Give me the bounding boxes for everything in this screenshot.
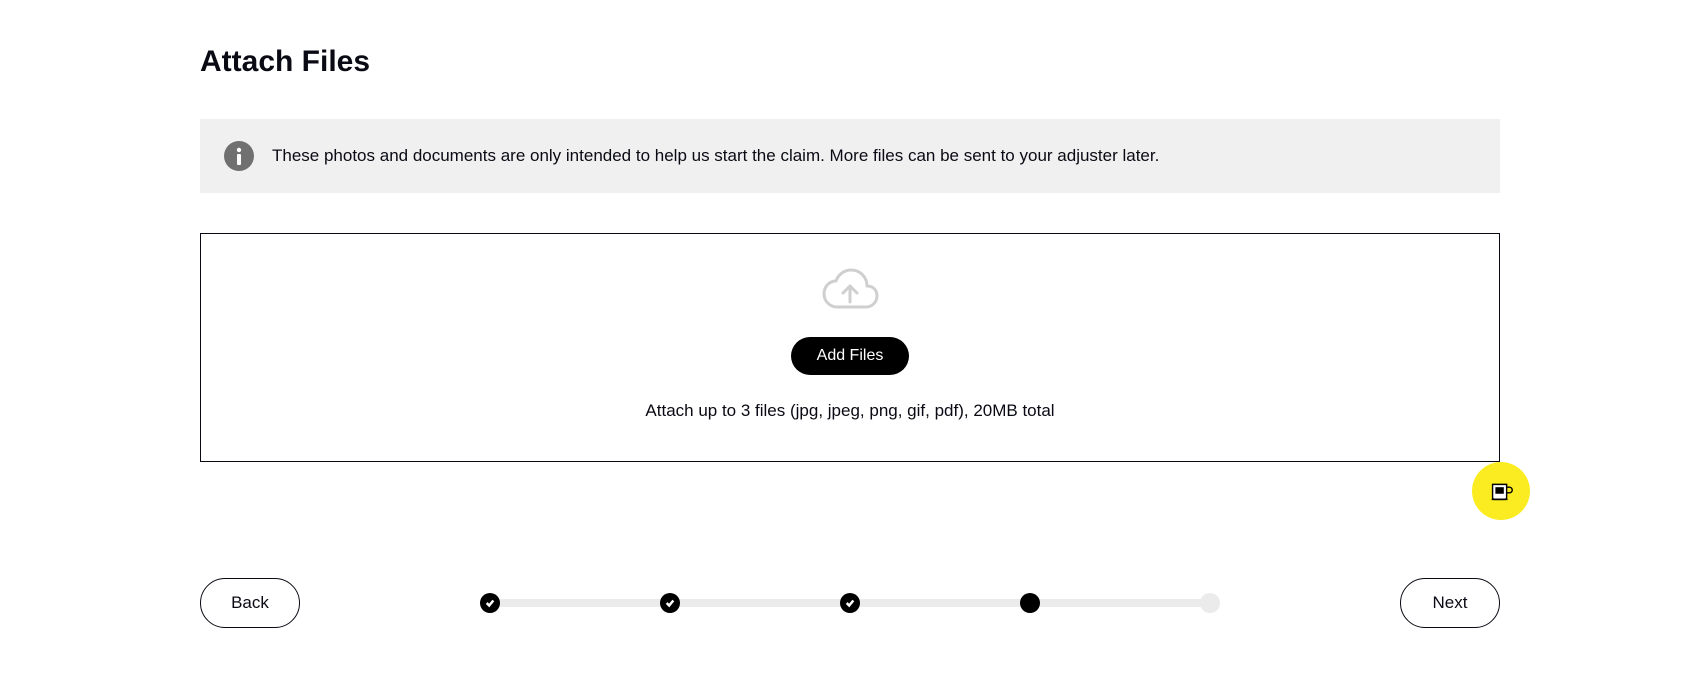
mug-icon xyxy=(1486,475,1516,508)
page-title: Attach Files xyxy=(200,45,1500,79)
help-chat-button[interactable] xyxy=(1472,462,1530,520)
progress-indicator xyxy=(480,599,1220,607)
cloud-upload-icon xyxy=(819,264,881,319)
progress-step-3 xyxy=(840,593,860,613)
info-banner: These photos and documents are only inte… xyxy=(200,119,1500,193)
progress-step-1 xyxy=(480,593,500,613)
add-files-button[interactable]: Add Files xyxy=(791,337,910,375)
next-button[interactable]: Next xyxy=(1400,578,1500,628)
progress-step-5 xyxy=(1200,593,1220,613)
info-banner-text: These photos and documents are only inte… xyxy=(272,146,1159,166)
file-upload-dropzone[interactable]: Add Files Attach up to 3 files (jpg, jpe… xyxy=(200,233,1500,462)
footer-navigation: Back Next xyxy=(0,578,1700,628)
upload-hint-text: Attach up to 3 files (jpg, jpeg, png, gi… xyxy=(645,401,1054,421)
progress-step-4 xyxy=(1020,593,1040,613)
info-icon xyxy=(224,141,254,171)
progress-step-2 xyxy=(660,593,680,613)
back-button[interactable]: Back xyxy=(200,578,300,628)
